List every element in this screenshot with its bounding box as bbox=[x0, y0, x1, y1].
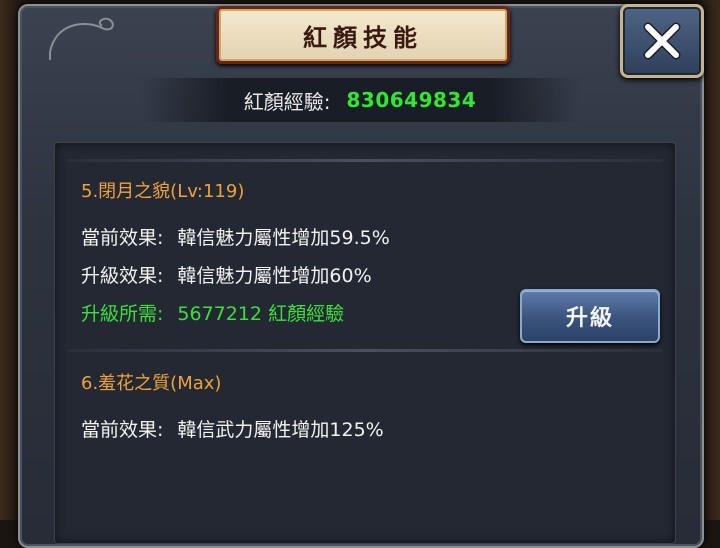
skill-title: 6.羞花之質(Max) bbox=[81, 373, 222, 394]
current-effect-value: 韓信魅力屬性增加59.5% bbox=[177, 227, 390, 249]
upgrade-cost-value: 5677212 紅顏經驗 bbox=[177, 303, 345, 325]
experience-label: 紅顏經驗: bbox=[243, 89, 331, 114]
upgrade-cost: 升級所需: 5677212 紅顏經驗 bbox=[81, 299, 344, 326]
current-effect-label: 當前效果: bbox=[81, 227, 164, 249]
skill-list-panel: 5.閉月之貌(Lv:119) 當前效果: 韓信魅力屬性增加59.5% 升級效果: 韓… bbox=[54, 142, 676, 544]
skill-title: 5.閉月之貌(Lv:119) bbox=[81, 181, 245, 202]
experience-value: 830649834 bbox=[346, 88, 477, 112]
upgrade-effect: 升級效果: 韓信魅力屬性增加60% bbox=[81, 261, 372, 288]
upgrade-effect-value: 韓信魅力屬性增加60% bbox=[177, 265, 372, 287]
title-plate: 紅顏技能 bbox=[216, 6, 510, 64]
upgrade-button[interactable]: 升級 bbox=[520, 289, 660, 343]
current-effect-label: 當前效果: bbox=[81, 419, 164, 441]
divider bbox=[67, 159, 663, 162]
close-button[interactable] bbox=[620, 4, 704, 78]
ornament-icon bbox=[49, 17, 114, 60]
current-effect: 當前效果: 韓信武力屬性增加125% bbox=[81, 415, 384, 442]
current-effect-value: 韓信武力屬性增加125% bbox=[177, 419, 384, 441]
upgrade-cost-label: 升級所需: bbox=[81, 303, 164, 325]
upgrade-effect-label: 升級效果: bbox=[81, 265, 164, 287]
close-icon bbox=[643, 22, 681, 60]
experience-bar: 紅顏經驗: 830649834 bbox=[140, 78, 580, 122]
dialog-title: 紅顏技能 bbox=[303, 22, 423, 52]
divider bbox=[67, 349, 663, 352]
current-effect: 當前效果: 韓信魅力屬性增加59.5% bbox=[81, 223, 390, 250]
